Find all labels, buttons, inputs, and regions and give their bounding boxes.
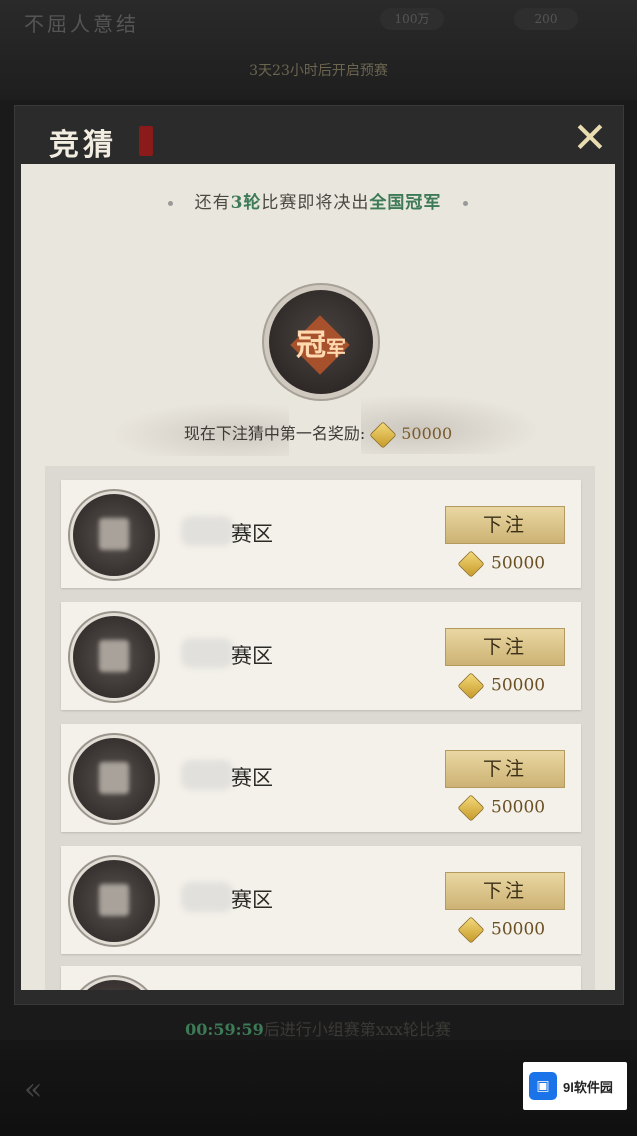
bet-cost: 50000: [453, 672, 546, 700]
currency-a-display: 100万: [380, 8, 444, 30]
zone-avatar: [73, 860, 155, 942]
bet-cost-value: 50000: [491, 675, 546, 696]
currency-b-display: 200: [514, 8, 578, 30]
watermark-text: 9l软件园: [563, 1079, 613, 1095]
rounds-prefix: 还有: [194, 193, 231, 213]
seal-icon: [139, 126, 153, 156]
avatar-image: [99, 884, 129, 916]
champion-label: 全国冠军: [369, 193, 442, 213]
champion-badge: 冠军: [269, 290, 373, 394]
bet-cost: 50000: [453, 916, 546, 944]
bet-cost: 50000: [453, 550, 546, 578]
zone-avatar: [73, 494, 155, 576]
champion-big-char: 冠: [296, 328, 326, 363]
dot-icon: [463, 201, 469, 206]
zone-name-blurred: [181, 516, 233, 546]
background-header: 不屈人意结 100万 200 3天23小时后开启预赛: [0, 0, 637, 100]
bet-cost: 50000: [453, 794, 546, 822]
zone-name-blurred: [181, 882, 233, 912]
reward-label: 现在下注猜中第一名奖励:: [183, 424, 366, 443]
site-watermark: ▣ 9l软件园: [523, 1062, 627, 1110]
avatar-image: [99, 518, 129, 550]
avatar-image: [99, 762, 129, 794]
dialog-title: 竞猜: [49, 128, 117, 163]
bet-button[interactable]: 下注: [445, 628, 565, 666]
bet-cost-value: 50000: [491, 797, 546, 818]
coin-icon: [457, 550, 485, 578]
zone-name-blurred: [181, 638, 233, 668]
champion-small-char: 军: [326, 336, 346, 360]
bet-button[interactable]: 下注: [445, 750, 565, 788]
watermark-logo-icon: ▣: [529, 1072, 557, 1100]
background-countdown: 3天23小时后开启预赛: [249, 63, 388, 79]
zone-row: 赛区 下注 50000: [61, 724, 581, 832]
zone-row: 赛区 下注 50000: [61, 480, 581, 588]
zone-row: 赛区 下注 50000: [61, 602, 581, 710]
coin-icon: [369, 420, 397, 449]
rounds-info: 还有3轮比赛即将决出全国冠军: [21, 188, 615, 213]
coin-icon: [457, 672, 485, 700]
back-arrow-icon: «: [24, 1072, 43, 1107]
reward-info: 现在下注猜中第一名奖励: 50000: [21, 420, 615, 449]
background-title: 不屈人意结: [24, 12, 139, 36]
champion-text: 冠军: [269, 320, 373, 364]
zone-list[interactable]: 赛区 下注 50000 赛区 下注 50000 赛区 下注 50000 赛区 下…: [45, 466, 595, 990]
close-button[interactable]: ✕: [567, 116, 613, 160]
coin-icon: [457, 916, 485, 944]
rounds-count: 3轮: [230, 193, 262, 213]
zone-label: 赛区: [231, 644, 273, 668]
close-icon: ✕: [572, 113, 608, 162]
coin-icon: [457, 794, 485, 822]
avatar-image: [99, 640, 129, 672]
zone-label: 赛区: [231, 522, 273, 546]
zone-name-blurred: [181, 760, 233, 790]
next-round-text: 后进行小组赛第xxx轮比赛: [263, 1020, 451, 1039]
bet-cost-value: 50000: [491, 553, 546, 574]
guess-dialog: 竞猜 ✕ 还有3轮比赛即将决出全国冠军 冠军 现在下注猜中第一名奖励: 50000…: [14, 105, 624, 1039]
zone-label: 赛区: [231, 766, 273, 790]
zone-label: 赛区: [231, 888, 273, 912]
bet-button[interactable]: 下注: [445, 872, 565, 910]
bet-button[interactable]: 下注: [445, 506, 565, 544]
dot-icon: [167, 201, 173, 206]
zone-avatar: [73, 980, 155, 990]
zone-avatar: [73, 738, 155, 820]
zone-row-partial: [61, 966, 581, 990]
reward-value: 50000: [401, 424, 453, 443]
rounds-middle: 比赛即将决出: [261, 193, 370, 213]
zone-avatar: [73, 616, 155, 698]
zone-row: 赛区 下注 50000: [61, 846, 581, 954]
bet-cost-value: 50000: [491, 919, 546, 940]
countdown-timer: 00:59:59: [185, 1020, 264, 1039]
dialog-content: 还有3轮比赛即将决出全国冠军 冠军 现在下注猜中第一名奖励: 50000 赛区 下…: [21, 164, 615, 1039]
next-round-info: 00:59:59后进行小组赛第xxx轮比赛: [21, 1016, 615, 1040]
